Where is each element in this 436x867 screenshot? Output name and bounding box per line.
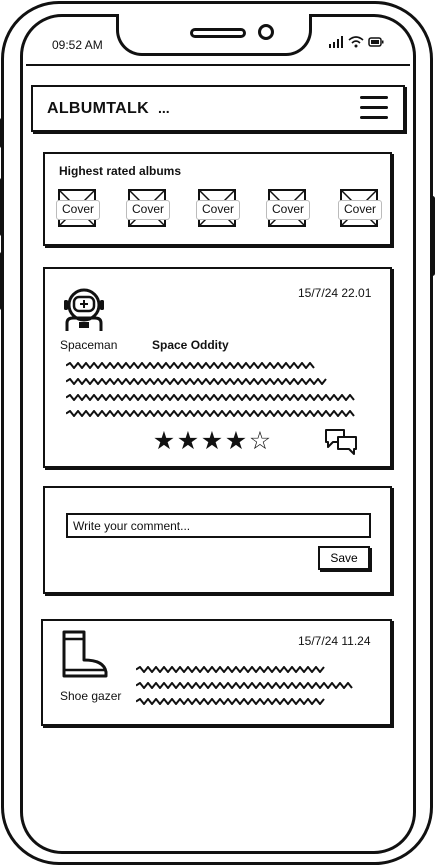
speaker-icon	[190, 28, 246, 38]
boot-icon	[62, 630, 108, 678]
status-bar-divider	[26, 64, 410, 66]
battery-icon	[368, 37, 384, 47]
album-cover[interactable]: Cover	[196, 189, 240, 227]
album-cover[interactable]: Cover	[338, 189, 382, 227]
comments-icon[interactable]	[324, 428, 358, 456]
star-empty-icon[interactable]: ☆	[248, 429, 272, 454]
app-title: ALBUMTALK	[47, 100, 149, 117]
camera-icon	[258, 24, 274, 40]
album-cover[interactable]: Cover	[126, 189, 170, 227]
save-button[interactable]: Save	[318, 546, 370, 570]
review-text-scribble	[136, 698, 325, 705]
star-filled-icon[interactable]: ★	[152, 429, 176, 454]
cover-label: Cover	[266, 200, 310, 220]
cover-label: Cover	[126, 200, 170, 220]
album-cover[interactable]: Cover	[56, 189, 100, 227]
review-text-scribble	[66, 378, 327, 385]
wifi-icon	[348, 36, 364, 48]
comment-form-card	[43, 486, 392, 594]
review-user-name[interactable]: Shoe gazer	[60, 689, 121, 703]
status-time: 09:52 AM	[52, 38, 103, 52]
review-text-scribble	[136, 682, 353, 689]
star-filled-icon[interactable]: ★	[176, 429, 200, 454]
cover-label: Cover	[338, 200, 382, 220]
phone-side-button	[0, 252, 4, 310]
review-user-name[interactable]: Spaceman	[60, 338, 117, 352]
signal-icon	[329, 36, 343, 48]
review-text-scribble	[66, 394, 355, 401]
comment-input[interactable]	[66, 513, 371, 538]
astronaut-icon	[64, 288, 104, 331]
phone-side-button	[0, 178, 4, 236]
cover-label: Cover	[196, 200, 240, 220]
review-text-scribble	[136, 666, 325, 673]
review-text-scribble	[66, 362, 315, 369]
phone-side-button	[0, 118, 4, 148]
review-date: 15/7/24 11.24	[298, 634, 371, 648]
star-filled-icon[interactable]: ★	[224, 429, 248, 454]
album-cover[interactable]: Cover	[266, 189, 310, 227]
star-filled-icon[interactable]: ★	[200, 429, 224, 454]
status-icons	[328, 36, 384, 48]
review-album-title[interactable]: Space Oddity	[152, 338, 229, 352]
cover-label: Cover	[56, 200, 100, 220]
highest-rated-title: Highest rated albums	[59, 164, 182, 178]
header-ellipsis[interactable]: ...	[158, 100, 170, 116]
review-text-scribble	[66, 410, 355, 417]
hamburger-menu-icon[interactable]	[360, 96, 388, 122]
review-date: 15/7/24 22.01	[298, 286, 372, 300]
star-rating[interactable]: ★★★★☆	[152, 429, 272, 454]
phone-side-button	[430, 196, 435, 276]
